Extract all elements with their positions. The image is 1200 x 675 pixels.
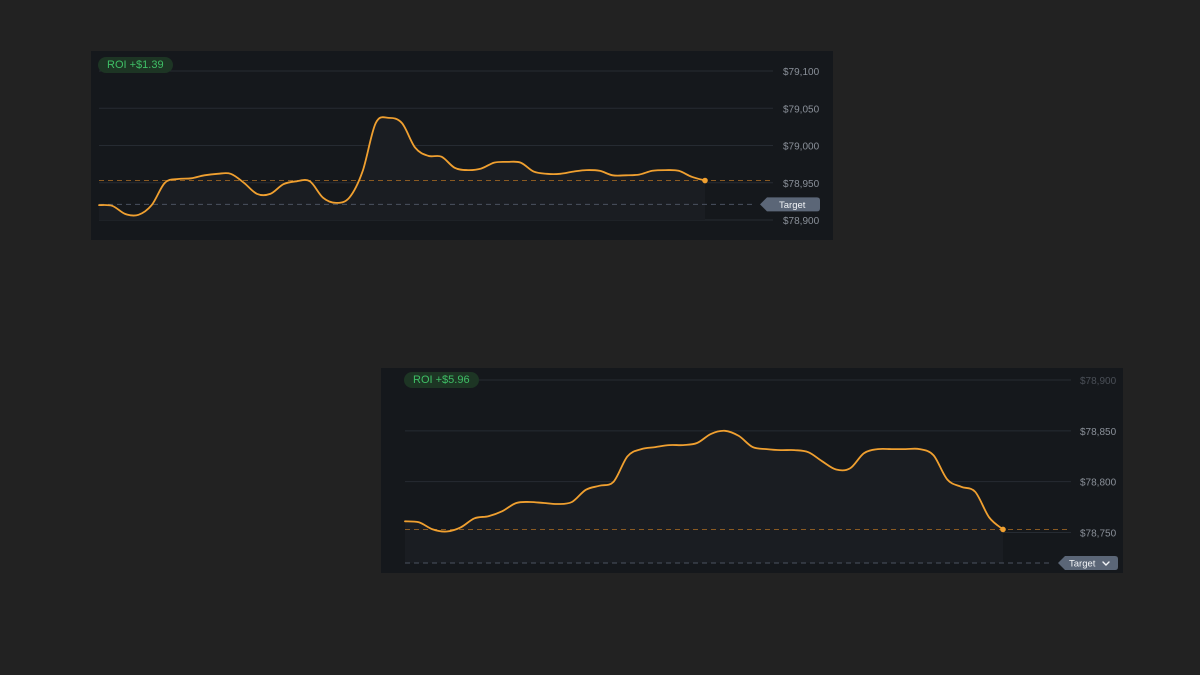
roi-label: ROI bbox=[413, 374, 433, 386]
y-tick-label: $78,800 bbox=[1080, 478, 1117, 489]
chart-2-plot: $78,900 $78,850 $78,800 $78,750 Target bbox=[404, 376, 1118, 570]
current-price-marker bbox=[702, 177, 708, 184]
price-chart-1: $79,100 $79,050 $79,000 $78,950 $78,900 Targe… bbox=[91, 51, 833, 240]
price-chart-2: $78,900 $78,850 $78,800 $78,750 Target ROI +… bbox=[381, 368, 1123, 573]
roi-label: ROI bbox=[107, 59, 127, 71]
roi-badge: ROI +$5.96 bbox=[404, 372, 479, 388]
y-tick-label: $79,100 bbox=[783, 67, 820, 78]
y-tick-label: $78,950 bbox=[783, 179, 820, 190]
current-price-marker bbox=[1000, 526, 1006, 533]
y-tick-label: $78,900 bbox=[1080, 376, 1117, 387]
roi-value: +$5.96 bbox=[435, 374, 470, 386]
y-tick-label: $78,850 bbox=[1080, 427, 1117, 438]
y-tick-label: $78,750 bbox=[1080, 529, 1117, 540]
roi-badge: ROI +$1.39 bbox=[98, 57, 173, 73]
target-label: Target bbox=[1069, 559, 1096, 570]
target-label: Target bbox=[779, 200, 806, 211]
y-tick-label: $78,900 bbox=[783, 216, 820, 227]
y-tick-label: $79,000 bbox=[783, 142, 820, 153]
y-tick-label: $79,050 bbox=[783, 104, 820, 115]
roi-value: +$1.39 bbox=[129, 59, 164, 71]
price-area bbox=[405, 430, 1003, 563]
chart-1-plot: $79,100 $79,050 $79,000 $78,950 $78,900 Targe… bbox=[98, 67, 820, 227]
